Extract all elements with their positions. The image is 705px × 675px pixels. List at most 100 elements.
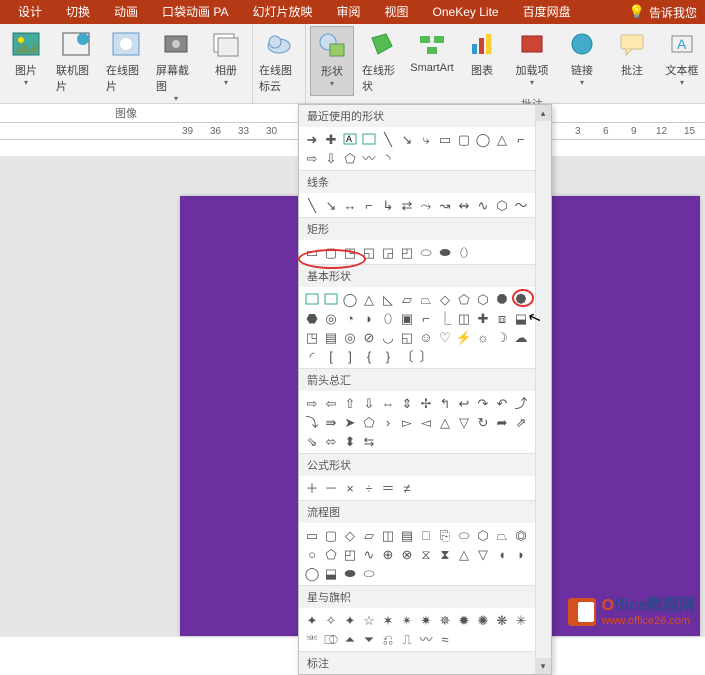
shape-fc-predef[interactable]: ◫ — [379, 526, 397, 544]
shape-frame[interactable]: ▣ — [398, 309, 416, 327]
shape-ribbon-up[interactable]: ⏶ — [341, 630, 359, 648]
shape-diamond[interactable]: ◇ — [436, 290, 454, 308]
shape-vtextbox[interactable] — [360, 130, 378, 148]
tell-me[interactable]: 💡 告诉我您 — [629, 4, 705, 21]
shape-star5[interactable]: ☆ — [360, 611, 378, 629]
shape-fc-process[interactable]: ▭ — [303, 526, 321, 544]
shape-rect[interactable]: ▭ — [436, 130, 454, 148]
shape-fc-prep[interactable]: ⬡ — [474, 526, 492, 544]
shape-arrow-callout-d[interactable]: ▽ — [455, 413, 473, 431]
shape-star7[interactable]: ✴ — [398, 611, 416, 629]
scroll-down-button[interactable]: ▾ — [535, 658, 551, 674]
chart-button[interactable]: 图表 — [460, 26, 504, 96]
shape-curve-double[interactable]: ↭ — [455, 196, 473, 214]
shape-teardrop[interactable]: ⬯ — [379, 309, 397, 327]
shape-star16[interactable]: ✺ — [474, 611, 492, 629]
shape-fc-extract[interactable]: △ — [455, 545, 473, 563]
shape-scroll-v[interactable]: ⎌ — [379, 630, 397, 648]
shape-arrow-lr[interactable]: ⇔ — [379, 394, 397, 412]
shape-fc-or[interactable]: ⊗ — [398, 545, 416, 563]
shape-fc-alt[interactable]: ▢ — [322, 526, 340, 544]
shape-donut[interactable]: ◎ — [341, 328, 359, 346]
shape-pentagon[interactable]: ⬠ — [455, 290, 473, 308]
links-button[interactable]: 链接 ▾ — [560, 26, 604, 96]
shape-plaque[interactable]: ⧈ — [493, 309, 511, 327]
photo-album-button[interactable]: 相册 ▾ — [204, 26, 248, 105]
scrollbar[interactable]: ▴ ▾ — [535, 105, 551, 674]
shape-curve-conn[interactable]: ⤳ — [417, 196, 435, 214]
shape-arc[interactable]: ◜ — [303, 347, 321, 365]
shape-line-arrow[interactable]: ↘ — [322, 196, 340, 214]
shape-round4[interactable]: ⬯ — [455, 243, 473, 261]
shape-arrow-callout-u[interactable]: △ — [436, 413, 454, 431]
shape-ribbon1[interactable]: ⎃ — [303, 630, 321, 648]
tab-onekey[interactable]: OneKey Lite — [421, 0, 511, 24]
shape-fc-sum[interactable]: ⊕ — [379, 545, 397, 563]
shape-round2[interactable]: ⬭ — [417, 243, 435, 261]
shape-arrow-u[interactable]: ⇧ — [341, 394, 359, 412]
shape-arrow-uturn[interactable]: ↩ — [455, 394, 473, 412]
shape-fc-data[interactable]: ▱ — [360, 526, 378, 544]
online-pictures-button[interactable]: 联机图片 — [54, 26, 98, 105]
shape-pie[interactable]: ◔ — [341, 309, 359, 327]
shape-connector[interactable]: ⤷ — [417, 130, 435, 148]
shapes-button[interactable]: 形状 ▾ — [310, 26, 354, 96]
shape-arrow-misc4[interactable]: ⬍ — [341, 432, 359, 450]
shape-textbox-h[interactable] — [303, 290, 321, 308]
shape-elbow-arrow[interactable]: ↳ — [379, 196, 397, 214]
shape-arc[interactable]: ◝ — [379, 149, 397, 167]
shape-heart[interactable]: ♡ — [436, 328, 454, 346]
shape-scroll-h[interactable]: ⎍ — [398, 630, 416, 648]
shape-brace-r[interactable]: } — [379, 347, 397, 365]
shape-scribble[interactable]: ∿ — [474, 196, 492, 214]
shape-fc-seq[interactable]: ◯ — [303, 564, 321, 582]
shape-star12[interactable]: ✹ — [455, 611, 473, 629]
shape-fc-stored[interactable]: ◖ — [493, 545, 511, 563]
shape-arrow-callout-l[interactable]: ◅ — [417, 413, 435, 431]
online-shapes-button[interactable]: 在线形状 — [360, 26, 404, 96]
shape-arrow-misc2[interactable]: ⇘ — [303, 432, 321, 450]
tab-view[interactable]: 视图 — [373, 0, 421, 24]
shape-line[interactable]: ╲ — [303, 196, 321, 214]
shape-explosion2[interactable]: ✧ — [322, 611, 340, 629]
shape-arrow-chevron[interactable]: › — [379, 413, 397, 431]
shape-oval[interactable]: ◯ — [474, 130, 492, 148]
shape-star6[interactable]: ✶ — [379, 611, 397, 629]
shape-arrow-curved-r[interactable]: ↷ — [474, 394, 492, 412]
shape-freeform[interactable]: ⬠ — [341, 149, 359, 167]
shape-fc-connector[interactable]: ○ — [303, 545, 321, 563]
shape-trapezoid[interactable]: ⏢ — [417, 290, 435, 308]
shape-fc-delay[interactable]: ◗ — [512, 545, 530, 563]
shape-eq-multiply[interactable]: × — [341, 479, 359, 497]
tab-slideshow[interactable]: 幻灯片放映 — [241, 0, 325, 24]
shape-explosion1[interactable]: ✦ — [303, 611, 321, 629]
shape-textbox[interactable]: A — [341, 130, 359, 148]
shape-wave[interactable]: 〰 — [417, 630, 435, 648]
shape-arrow-l[interactable]: ⇦ — [322, 394, 340, 412]
shape-ribbon-down[interactable]: ⏷ — [360, 630, 378, 648]
shape-fc-merge[interactable]: ▽ — [474, 545, 492, 563]
shape-dbracket[interactable]: 〔 — [398, 347, 416, 365]
shape-cross[interactable]: ✚ — [474, 309, 492, 327]
shape-arrow-misc5[interactable]: ⇆ — [360, 432, 378, 450]
shape-fc-terminator[interactable]: ⬭ — [455, 526, 473, 544]
shape-arrow-down[interactable]: ⇩ — [322, 149, 340, 167]
shape-elbow-double[interactable]: ⇄ — [398, 196, 416, 214]
shape-plus[interactable]: ✚ — [322, 130, 340, 148]
pictures-button[interactable]: 图片 ▾ — [4, 26, 48, 105]
shape-arrow[interactable]: ➜ — [303, 130, 321, 148]
shape-arrow-curved-u[interactable]: ⤴ — [512, 394, 530, 412]
shape-noentry[interactable]: ⊘ — [360, 328, 378, 346]
shape-fc-card[interactable]: ◰ — [341, 545, 359, 563]
shape-star4[interactable]: ✦ — [341, 611, 359, 629]
shape-cloud[interactable]: ☁ — [512, 328, 530, 346]
shape-roundrect[interactable]: ▢ — [455, 130, 473, 148]
shape-dodecagon[interactable]: ◎ — [322, 309, 340, 327]
shape-fc-display[interactable]: ⬭ — [360, 564, 378, 582]
shape-diagstripe[interactable]: ◫ — [455, 309, 473, 327]
addons-button[interactable]: 加载项 ▾ — [510, 26, 554, 96]
shape-arrow-ud[interactable]: ⇕ — [398, 394, 416, 412]
shape-freeform2[interactable]: ⬡ — [493, 196, 511, 214]
shape-parallelogram[interactable]: ▱ — [398, 290, 416, 308]
shape-roundrect[interactable]: ▢ — [322, 243, 340, 261]
